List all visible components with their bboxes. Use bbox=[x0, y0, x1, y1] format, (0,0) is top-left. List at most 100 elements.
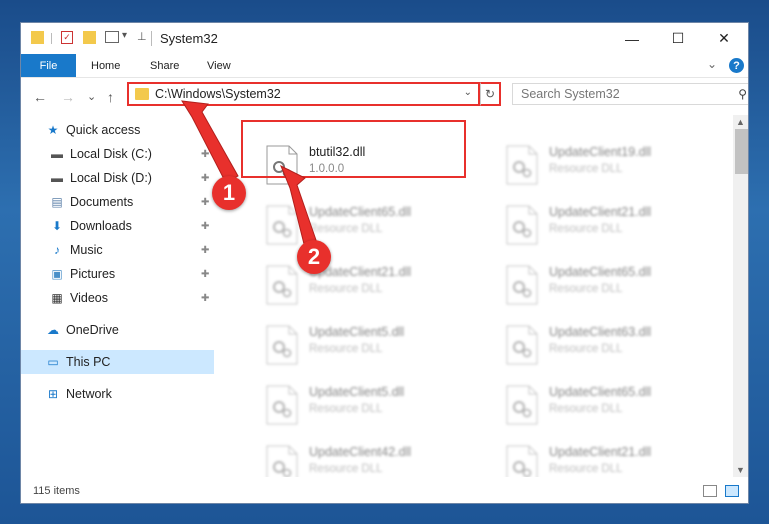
recent-locations-button[interactable]: ⌄ bbox=[87, 90, 96, 103]
file-description: Resource DLL bbox=[549, 163, 623, 175]
scrollbar-thumb[interactable] bbox=[735, 129, 748, 174]
sidebar-item[interactable]: ▬ Local Disk (C:) ✚ bbox=[21, 142, 214, 166]
pin-icon[interactable]: ✚ bbox=[201, 269, 209, 280]
file-tile[interactable]: UpdateClient63.dll Resource DLL bbox=[501, 321, 721, 377]
sidebar-item-label: Local Disk (D:) bbox=[70, 171, 152, 185]
sidebar-item[interactable]: ▤ Documents ✚ bbox=[21, 190, 214, 214]
search-placeholder: Search System32 bbox=[521, 87, 620, 101]
file-name: UpdateClient21.dll bbox=[549, 445, 652, 459]
ribbon: File Home Share View ⌄ ? bbox=[21, 54, 748, 77]
details-view-button[interactable] bbox=[703, 485, 717, 497]
sidebar-item-label: Videos bbox=[70, 291, 108, 305]
pin-icon[interactable]: ✚ bbox=[201, 221, 209, 232]
file-tile[interactable]: UpdateClient65.dll Resource DLL bbox=[261, 201, 481, 257]
sidebar-item-label: OneDrive bbox=[66, 323, 119, 337]
tab-home[interactable]: Home bbox=[91, 54, 120, 77]
file-tile[interactable]: UpdateClient5.dll Resource DLL bbox=[261, 381, 481, 437]
title-bar: ✓ ▾ ⊥ System32 — ☐ ✕ bbox=[21, 23, 748, 54]
properties-icon[interactable]: ✓ bbox=[61, 31, 73, 44]
dll-file-icon bbox=[265, 325, 299, 365]
address-path[interactable]: C:\Windows\System32 bbox=[155, 87, 281, 101]
cloud-icon: ☁ bbox=[47, 323, 59, 337]
address-bar[interactable]: C:\Windows\System32 ⌄ bbox=[127, 82, 480, 106]
dll-file-icon bbox=[265, 265, 299, 305]
file-explorer-window: ✓ ▾ ⊥ System32 — ☐ ✕ File Home Share Vie… bbox=[20, 22, 749, 504]
file-tile[interactable]: UpdateClient5.dll Resource DLL bbox=[261, 321, 481, 377]
folder-icon[interactable] bbox=[31, 31, 44, 44]
folder-icon bbox=[135, 88, 149, 100]
close-button[interactable]: ✕ bbox=[701, 23, 747, 54]
tab-view[interactable]: View bbox=[207, 54, 231, 77]
file-tile[interactable]: UpdateClient65.dll Resource DLL bbox=[501, 261, 721, 317]
file-name: UpdateClient63.dll bbox=[549, 325, 652, 339]
file-description: Resource DLL bbox=[549, 223, 623, 235]
file-description: Resource DLL bbox=[309, 403, 383, 415]
file-name: UpdateClient5.dll bbox=[309, 385, 405, 399]
maximize-button[interactable]: ☐ bbox=[655, 23, 701, 54]
sidebar-item[interactable]: ▣ Pictures ✚ bbox=[21, 262, 214, 286]
sidebar-item-label: Documents bbox=[70, 195, 134, 209]
pin-icon[interactable]: ✚ bbox=[201, 149, 209, 160]
file-description: Resource DLL bbox=[549, 283, 623, 295]
pin-icon[interactable]: ✚ bbox=[201, 173, 209, 184]
file-description: Resource DLL bbox=[309, 343, 383, 355]
search-input[interactable]: Search System32 ⚲ bbox=[512, 83, 748, 105]
dll-file-icon bbox=[505, 385, 539, 425]
tab-share[interactable]: Share bbox=[150, 54, 179, 77]
sidebar-item[interactable]: ☁ OneDrive bbox=[21, 318, 214, 342]
refresh-button[interactable]: ↻ bbox=[480, 82, 501, 106]
sidebar-item[interactable]: ⬇ Downloads ✚ bbox=[21, 214, 214, 238]
sidebar-item-label: Local Disk (C:) bbox=[70, 147, 152, 161]
scroll-down-icon[interactable]: ▼ bbox=[736, 465, 745, 475]
sidebar-item[interactable]: ▦ Videos ✚ bbox=[21, 286, 214, 310]
file-tile[interactable]: UpdateClient65.dll Resource DLL bbox=[501, 381, 721, 437]
file-description: Resource DLL bbox=[549, 463, 623, 475]
sidebar-item[interactable]: ★ Quick access bbox=[21, 118, 214, 142]
pin-icon[interactable]: ✚ bbox=[201, 197, 209, 208]
network-icon: ⊞ bbox=[47, 387, 59, 401]
status-bar: 115 items bbox=[21, 477, 748, 503]
file-tile[interactable]: UpdateClient21.dll Resource DLL bbox=[501, 201, 721, 257]
up-button[interactable]: ↑ bbox=[107, 89, 114, 105]
dll-file-icon bbox=[505, 265, 539, 305]
search-icon[interactable]: ⚲ bbox=[738, 87, 747, 101]
quick-access-toolbar-menu-icon[interactable]: ⊥ bbox=[137, 30, 147, 43]
chevron-down-icon[interactable]: ▾ bbox=[122, 30, 127, 41]
sidebar-item-label: Network bbox=[66, 387, 112, 401]
tiles-view-button[interactable] bbox=[725, 485, 739, 497]
ribbon-collapse-icon[interactable]: ⌄ bbox=[707, 57, 717, 71]
tab-file[interactable]: File bbox=[21, 54, 76, 77]
minimize-button[interactable]: — bbox=[609, 23, 655, 54]
sidebar-item[interactable]: ♪ Music ✚ bbox=[21, 238, 214, 262]
file-name: UpdateClient5.dll bbox=[309, 325, 405, 339]
back-button[interactable]: ← bbox=[33, 89, 47, 105]
address-dropdown-icon[interactable]: ⌄ bbox=[464, 87, 472, 98]
navigation-bar: ← → ⌄ ↑ C:\Windows\System32 ⌄ ↻ Search S… bbox=[21, 77, 748, 116]
item-count: 115 items bbox=[33, 485, 80, 497]
file-name: UpdateClient65.dll bbox=[549, 385, 652, 399]
help-icon[interactable]: ? bbox=[729, 58, 744, 73]
sidebar-item[interactable]: ▭ This PC bbox=[21, 350, 214, 374]
sidebar-item[interactable]: ⊞ Network bbox=[21, 382, 214, 406]
callout-2: 2 bbox=[297, 240, 331, 274]
file-tile[interactable]: UpdateClient19.dll Resource DLL bbox=[501, 141, 721, 197]
dll-file-icon bbox=[505, 205, 539, 245]
sidebar-item[interactable]: ▬ Local Disk (D:) ✚ bbox=[21, 166, 214, 190]
divider bbox=[51, 33, 52, 44]
file-tile[interactable]: UpdateClient21.dll Resource DLL bbox=[261, 261, 481, 317]
file-description: Resource DLL bbox=[549, 403, 623, 415]
forward-button[interactable]: → bbox=[61, 89, 75, 105]
drive-icon: ▬ bbox=[51, 147, 63, 161]
pin-icon[interactable]: ✚ bbox=[201, 293, 209, 304]
file-name: UpdateClient19.dll bbox=[549, 145, 652, 159]
customize-icon[interactable] bbox=[105, 31, 119, 43]
window-title: System32 bbox=[160, 31, 218, 46]
pin-icon[interactable]: ✚ bbox=[201, 245, 209, 256]
vertical-scrollbar[interactable]: ▲ ▼ bbox=[733, 115, 748, 477]
file-name: UpdateClient65.dll bbox=[549, 265, 652, 279]
new-folder-icon[interactable] bbox=[83, 31, 96, 44]
sidebar-item-label: Music bbox=[70, 243, 103, 257]
scroll-up-icon[interactable]: ▲ bbox=[736, 117, 745, 127]
pictures-icon: ▣ bbox=[51, 267, 63, 281]
navigation-pane: ★ Quick access ▬ Local Disk (C:) ✚ ▬ Local Dis… bbox=[21, 115, 214, 477]
